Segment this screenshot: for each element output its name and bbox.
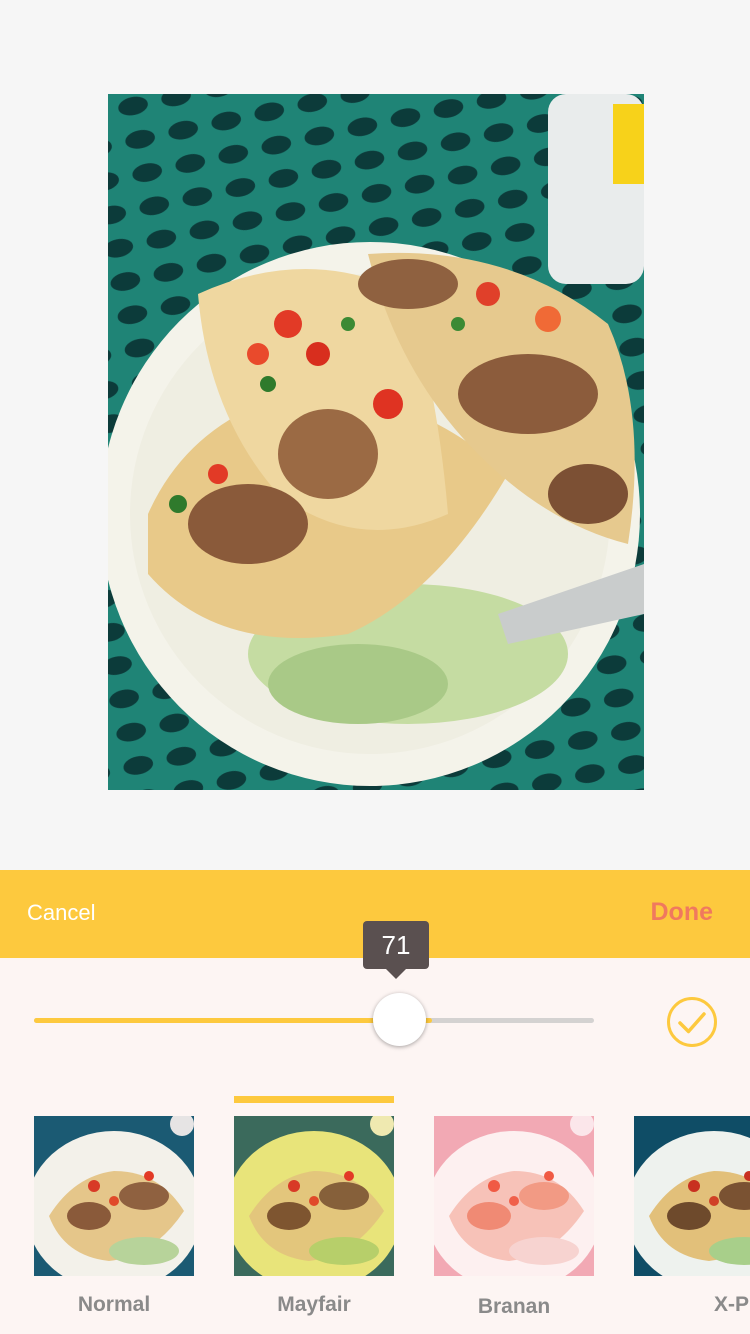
filter-thumbnail xyxy=(434,1116,594,1276)
intensity-slider-track[interactable] xyxy=(34,1018,594,1023)
done-button[interactable]: Done xyxy=(651,898,714,927)
filter-normal[interactable]: Normal xyxy=(34,1080,194,1334)
intensity-slider-thumb[interactable] xyxy=(373,993,426,1046)
filter-strip: Normal Mayfair Branan X-P xyxy=(0,1080,750,1334)
filter-thumbnail xyxy=(34,1116,194,1276)
slider-value-bubble: 71 xyxy=(363,921,429,979)
filter-selected-indicator xyxy=(234,1096,394,1103)
filter-label: Branan xyxy=(477,1295,551,1318)
filter-branan[interactable]: Branan xyxy=(434,1080,594,1334)
check-circle-icon[interactable] xyxy=(666,996,718,1048)
intensity-slider-fill xyxy=(34,1018,432,1023)
filter-thumbnail xyxy=(634,1116,750,1276)
filter-label: Mayfair xyxy=(277,1293,351,1316)
photo-filter-editor: Cancel Done 71 Normal Mayfair Branan X-P xyxy=(0,0,750,1334)
filter-mayfair[interactable]: Mayfair xyxy=(234,1080,394,1334)
intensity-panel: 71 xyxy=(0,921,750,1080)
cancel-button[interactable]: Cancel xyxy=(27,900,95,926)
filter-label: Normal xyxy=(77,1293,151,1316)
edited-photo xyxy=(108,94,644,790)
filter-x-pro[interactable]: X-Pro xyxy=(634,1080,750,1334)
filter-thumbnail xyxy=(234,1116,394,1276)
filter-label: X-Pro xyxy=(713,1293,750,1316)
